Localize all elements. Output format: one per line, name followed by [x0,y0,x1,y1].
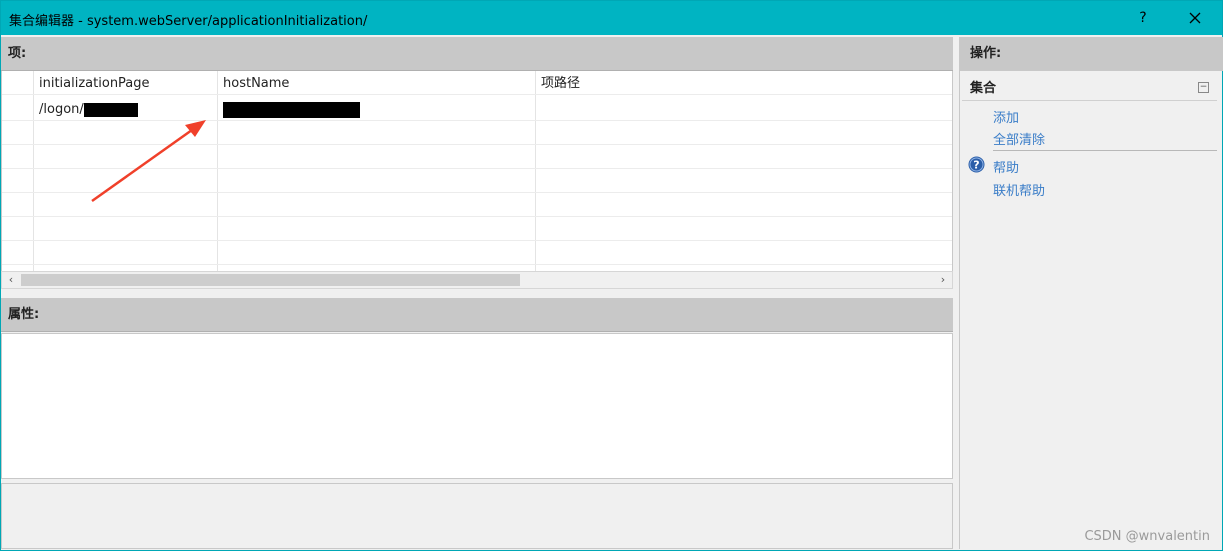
collapse-icon[interactable]: − [1198,82,1209,93]
scroll-right-button[interactable]: › [934,272,952,288]
horizontal-scrollbar[interactable]: ‹ › [1,271,953,289]
redaction-block [223,101,360,118]
help-button[interactable]: ? [1129,5,1157,31]
empty-row [2,193,952,217]
empty-row [2,169,952,193]
help-icon: ? [968,156,985,173]
title-bar: 集合编辑器 - system.webServer/applicationInit… [1,1,1222,35]
properties-section-header: 属性: [1,298,953,332]
watermark: CSDN @wnvalentin [1084,529,1210,544]
close-icon [1189,12,1201,23]
items-section-title: 项: [8,46,27,61]
empty-row [2,145,952,169]
actions-pane: 操作: 集合 − 添加 全部清除 ? 帮助 联机帮助 [959,37,1223,549]
close-button[interactable] [1179,5,1211,31]
actions-header: 操作: [960,37,1223,71]
table-row[interactable]: /logon/ [2,97,952,121]
column-header-initialization-page[interactable]: initializationPage [33,71,217,95]
scroll-thumb[interactable] [21,274,520,286]
items-grid[interactable]: initializationPage hostName 项路径 /logon/ [1,71,953,271]
cell-initialization-page: /logon/ [33,97,217,121]
collection-group-header[interactable]: 集合 − [962,77,1217,101]
description-panel [1,483,953,549]
cell-host-name [217,97,535,121]
online-help-link[interactable]: 联机帮助 [993,180,1045,199]
window-title: 集合编辑器 - system.webServer/applicationInit… [9,14,368,29]
collection-editor-window: 集合编辑器 - system.webServer/applicationInit… [0,0,1223,551]
properties-grid[interactable] [1,333,953,479]
collection-group-title: 集合 [970,81,997,96]
empty-row [2,241,952,265]
add-link[interactable]: 添加 [993,107,1019,126]
redaction-block [83,102,138,117]
items-section-header: 项: [1,37,953,71]
empty-row [2,121,952,145]
initialization-page-value: /logon/ [39,102,84,117]
properties-section-title: 属性: [8,307,40,322]
scroll-left-button[interactable]: ‹ [2,272,20,288]
empty-row [2,217,952,241]
help-link[interactable]: 帮助 [993,157,1019,176]
column-header-host-name[interactable]: hostName [217,71,535,95]
grid-header-row: initializationPage hostName 项路径 [2,71,952,95]
svg-text:?: ? [973,159,979,172]
clear-all-link[interactable]: 全部清除 [993,129,1045,148]
column-header-item-path[interactable]: 项路径 [535,71,952,95]
action-separator [993,150,1217,151]
cell-item-path [535,97,952,121]
